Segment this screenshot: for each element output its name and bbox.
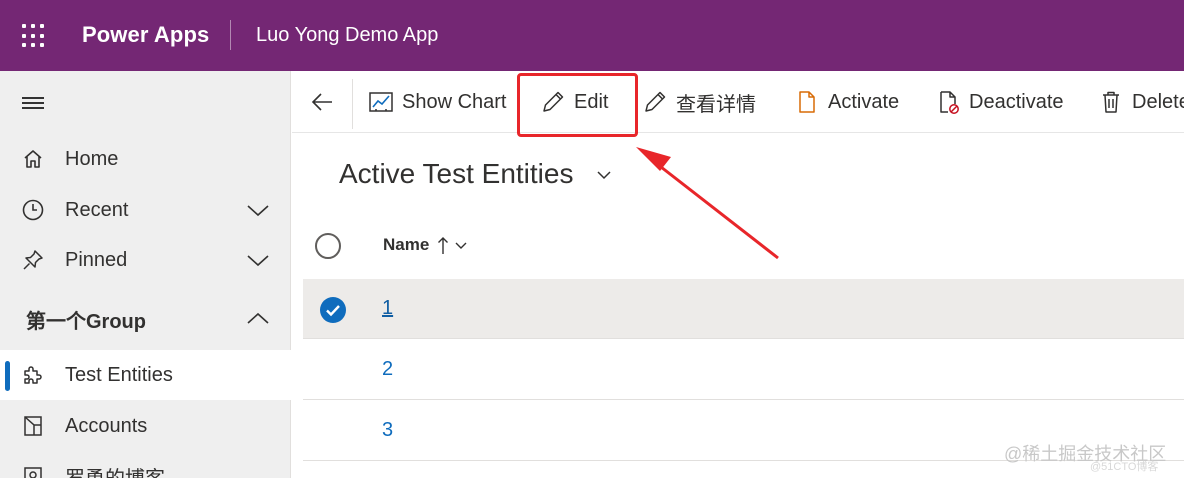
table-row[interactable]: 1 <box>303 279 1184 339</box>
select-all-checkbox[interactable] <box>315 233 341 259</box>
chevron-down-icon[interactable] <box>594 165 614 185</box>
sort-ascending-icon[interactable] <box>436 233 472 259</box>
row-name-link[interactable]: 1 <box>382 297 393 320</box>
row-checkbox-checked[interactable] <box>320 297 346 323</box>
view-title[interactable]: Active Test Entities <box>339 158 573 190</box>
column-header-name[interactable]: Name <box>383 235 429 255</box>
row-name-link[interactable]: 3 <box>382 419 393 442</box>
watermark-secondary: @51CTO博客 <box>1090 461 1159 473</box>
row-name-link[interactable]: 2 <box>382 358 393 381</box>
table-row[interactable]: 2 <box>303 340 1184 400</box>
